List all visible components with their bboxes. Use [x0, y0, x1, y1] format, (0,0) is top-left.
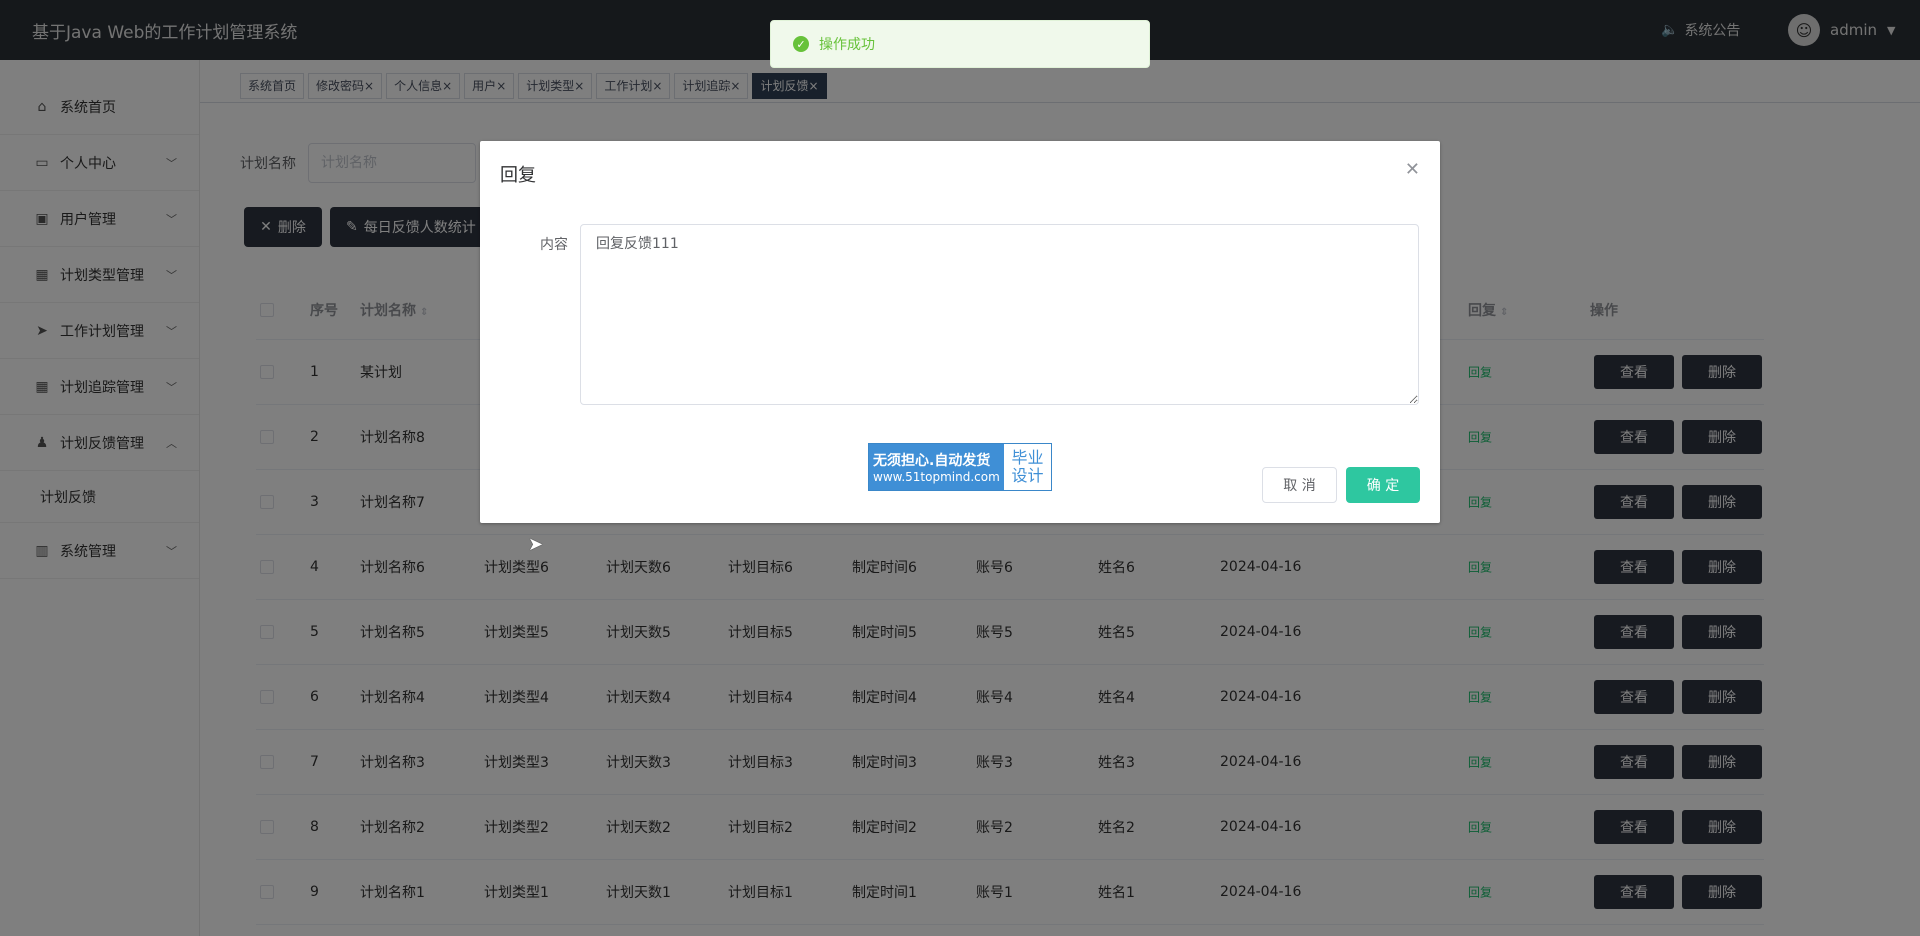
watermark-line2: www.51topmind.com — [873, 470, 1000, 484]
watermark-badge: 无须担心.自动发货 www.51topmind.com 毕业 设计 — [868, 443, 1052, 491]
check-circle-icon: ✓ — [793, 36, 809, 52]
close-icon[interactable]: ✕ — [1405, 159, 1420, 180]
watermark-right2: 设计 — [1011, 466, 1044, 485]
toast-message: 操作成功 — [819, 37, 875, 53]
content-label: 内容 — [540, 237, 568, 253]
confirm-button[interactable]: 确 定 — [1346, 467, 1420, 503]
dialog-title: 回复 — [500, 165, 536, 186]
cancel-button[interactable]: 取 消 — [1262, 467, 1337, 503]
watermark-right1: 毕业 — [1011, 448, 1044, 467]
success-toast: ✓ 操作成功 — [770, 20, 1150, 68]
mouse-cursor: ➤ — [528, 534, 544, 555]
reply-content-textarea[interactable]: 回复反馈111 — [580, 224, 1419, 405]
watermark-line1: 无须担心.自动发货 — [873, 453, 991, 469]
